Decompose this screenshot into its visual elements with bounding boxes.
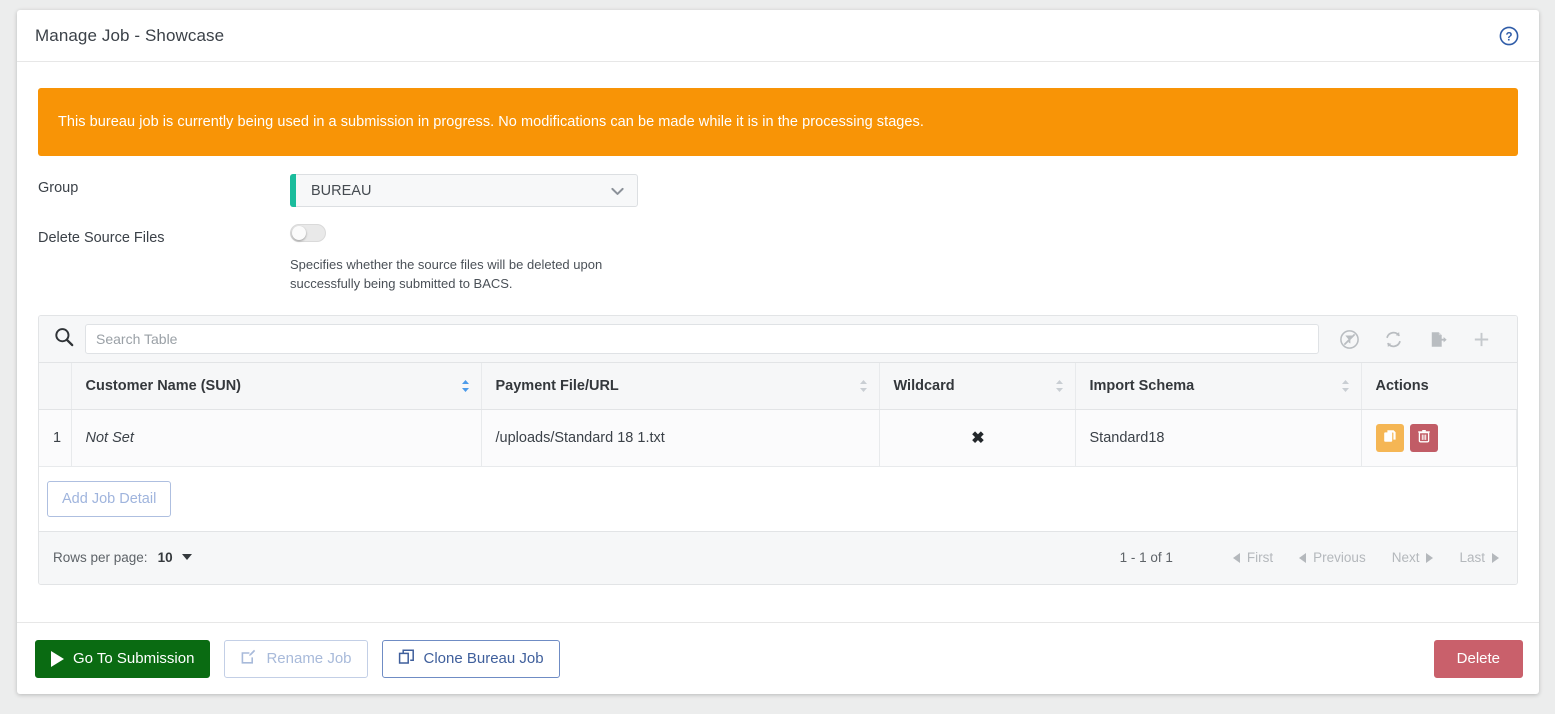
go-to-submission-label: Go To Submission (73, 650, 195, 667)
column-import-schema[interactable]: Import Schema (1075, 363, 1362, 410)
column-index (39, 363, 72, 410)
rename-job-label: Rename Job (266, 650, 352, 667)
cell-wildcard: ✖ (879, 409, 1076, 467)
sort-indicator[interactable] (1341, 379, 1350, 393)
rows-per-page-value: 10 (157, 550, 173, 565)
card-header: Manage Job - Showcase ? (17, 10, 1539, 62)
pagination-next-button[interactable]: Next (1392, 550, 1434, 565)
table-row[interactable]: 1 Not Set /uploads/Standard 18 1.txt ✖ S… (39, 409, 1517, 467)
sort-indicator[interactable] (859, 379, 868, 393)
sort-indicator[interactable] (1055, 379, 1064, 393)
trash-icon (1416, 428, 1432, 448)
group-label: Group (38, 180, 79, 196)
play-icon (51, 650, 64, 667)
add-job-detail-button[interactable]: Add Job Detail (47, 480, 172, 517)
row-index: 1 (39, 409, 72, 467)
cell-actions (1361, 409, 1517, 467)
table-body: 1 Not Set /uploads/Standard 18 1.txt ✖ S… (39, 409, 1517, 467)
warning-banner: This bureau job is currently being used … (38, 88, 1518, 156)
help-circle-icon[interactable]: ? (1499, 26, 1519, 46)
manage-job-card: Manage Job - Showcase ? This bureau job … (17, 10, 1539, 694)
go-to-submission-button[interactable]: Go To Submission (35, 639, 211, 678)
copy-icon (1382, 428, 1398, 448)
wildcard-cross-icon: ✖ (971, 429, 985, 447)
card-body: This bureau job is currently being used … (17, 62, 1539, 622)
pagination-previous-label: Previous (1313, 550, 1366, 565)
edit-pencil-icon (240, 648, 257, 669)
delete-button[interactable]: Delete (1433, 639, 1523, 678)
page-title: Manage Job - Showcase (35, 25, 225, 45)
pagination-first-label: First (1246, 550, 1274, 565)
export-icon[interactable] (1415, 322, 1459, 356)
pagination-next-label: Next (1391, 550, 1420, 565)
toolbar-actions (1327, 322, 1503, 356)
card-footer: Go To Submission Rename Job Clone Bureau… (17, 622, 1539, 694)
row-action-buttons (1375, 423, 1505, 452)
form-area: Group BUREAU Delete Source Files Specifi… (38, 156, 1518, 293)
column-actions: Actions (1361, 363, 1517, 410)
pagination-last-label: Last (1459, 550, 1485, 565)
add-icon[interactable] (1459, 322, 1503, 356)
column-customer-name-label: Customer Name (SUN) (85, 377, 242, 394)
clone-bureau-job-label: Clone Bureau Job (423, 650, 544, 667)
warning-banner-text: This bureau job is currently being used … (58, 114, 924, 130)
rename-job-button[interactable]: Rename Job (224, 639, 368, 678)
cell-import-schema: Standard18 (1075, 409, 1362, 467)
group-select-accent (290, 174, 296, 207)
cell-customer-name: Not Set (71, 409, 482, 467)
pagination-previous-button[interactable]: Previous (1299, 550, 1366, 565)
column-customer-name[interactable]: Customer Name (SUN) (71, 363, 482, 410)
refresh-icon[interactable] (1371, 322, 1415, 356)
sort-indicator-active[interactable] (461, 379, 470, 393)
app-page: Manage Job - Showcase ? This bureau job … (0, 0, 1555, 714)
table-header-row: Customer Name (SUN) Payment File/URL Wil… (39, 363, 1517, 410)
chevron-left-icon (1232, 553, 1240, 563)
toggle-knob (292, 226, 306, 240)
pagination-last-button[interactable]: Last (1459, 550, 1499, 565)
column-actions-label: Actions (1375, 377, 1429, 394)
add-job-detail-row: Add Job Detail (39, 466, 1517, 532)
column-wildcard[interactable]: Wildcard (879, 363, 1076, 410)
pagination-range: 1 - 1 of 1 (1119, 550, 1173, 565)
group-select[interactable]: BUREAU (290, 174, 638, 207)
clone-row-button[interactable] (1375, 423, 1404, 452)
pagination-first-button[interactable]: First (1232, 550, 1274, 565)
search-icon (51, 326, 85, 353)
copy-icon (398, 648, 415, 669)
clear-filter-icon[interactable] (1327, 322, 1371, 356)
rows-per-page-select[interactable]: 10 (158, 550, 193, 565)
delete-source-files-label: Delete Source Files (38, 230, 165, 246)
chevron-right-icon (1492, 553, 1499, 563)
cell-payment-file: /uploads/Standard 18 1.txt (481, 409, 880, 467)
svg-text:?: ? (1505, 31, 1512, 43)
column-wildcard-label: Wildcard (893, 377, 955, 394)
table-pagination: Rows per page: 10 1 - 1 of 1 First Previ… (39, 531, 1517, 584)
job-details-table-panel: Customer Name (SUN) Payment File/URL (38, 315, 1518, 585)
job-details-table: Customer Name (SUN) Payment File/URL Wil… (39, 363, 1517, 467)
group-control: BUREAU (290, 174, 1518, 207)
delete-source-files-control: Specifies whether the source files will … (290, 224, 1518, 293)
column-import-schema-label: Import Schema (1089, 377, 1195, 394)
delete-source-files-row: Delete Source Files Specifies whether th… (38, 207, 1518, 293)
delete-source-files-help-text: Specifies whether the source files will … (290, 257, 603, 291)
clone-bureau-job-button[interactable]: Clone Bureau Job (381, 639, 560, 678)
chevron-left-icon (1299, 553, 1307, 563)
table-toolbar (39, 316, 1517, 363)
group-select-value: BUREAU (311, 182, 372, 199)
search-input[interactable] (85, 324, 1319, 354)
chevron-down-icon (182, 554, 193, 560)
delete-row-button[interactable] (1409, 423, 1438, 452)
table-head: Customer Name (SUN) Payment File/URL Wil… (39, 363, 1517, 410)
group-row: Group BUREAU (38, 174, 1518, 207)
column-payment-file[interactable]: Payment File/URL (481, 363, 880, 410)
column-payment-file-label: Payment File/URL (495, 377, 619, 394)
chevron-right-icon (1426, 553, 1434, 563)
rows-per-page-label: Rows per page: (53, 550, 148, 565)
delete-source-files-toggle[interactable] (290, 224, 326, 242)
